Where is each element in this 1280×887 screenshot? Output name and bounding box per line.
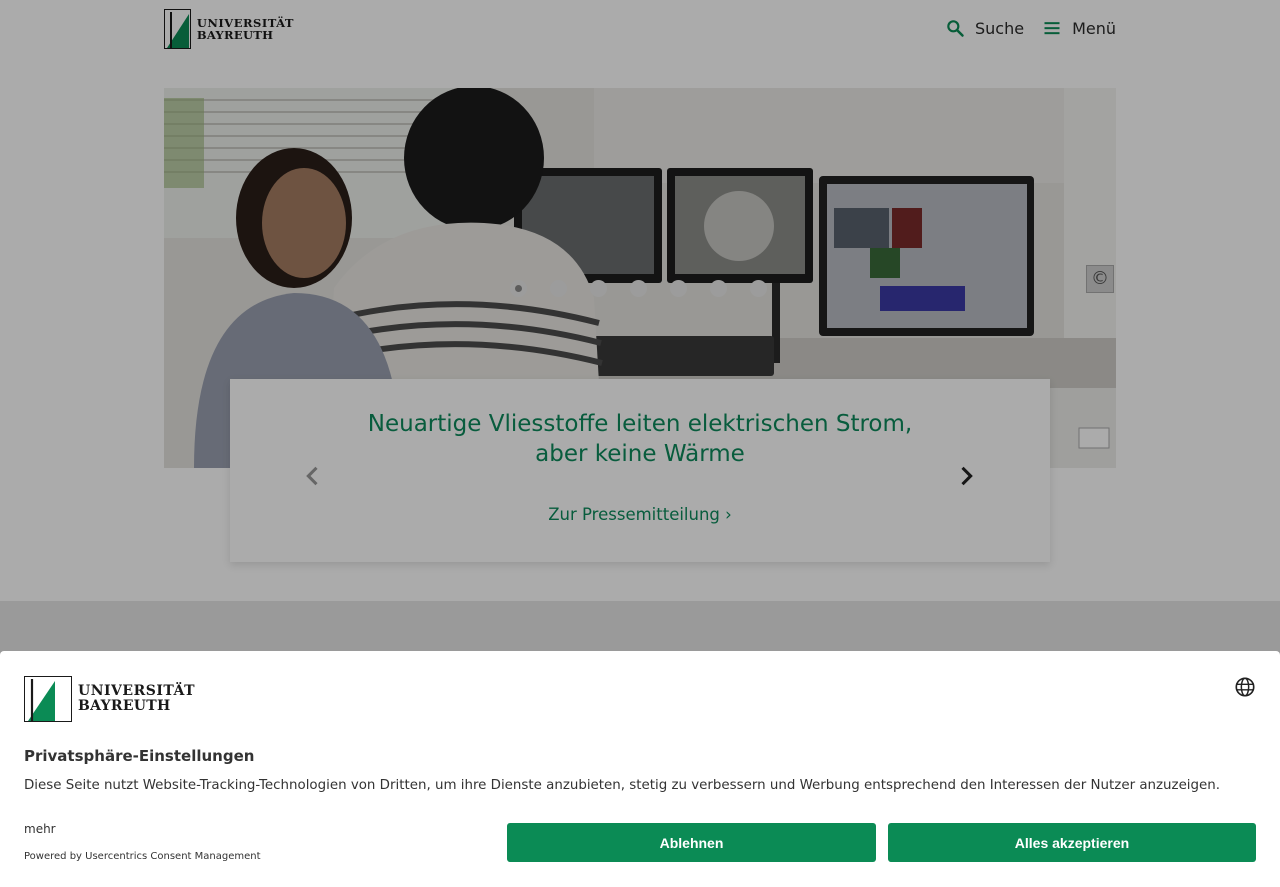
accept-all-button[interactable]: Alles akzeptieren xyxy=(888,823,1256,862)
more-link[interactable]: mehr xyxy=(24,822,56,836)
logo-text: UNIVERSITÄT BAYREUTH xyxy=(78,684,195,713)
logo-line-1: UNIVERSITÄT xyxy=(78,683,196,700)
globe-icon[interactable] xyxy=(1234,676,1256,698)
logo-line-2: BAYREUTH xyxy=(78,698,171,714)
powered-by-text: Powered by Usercentrics Consent Manageme… xyxy=(24,851,261,862)
consent-title: Privatsphäre-Einstellungen xyxy=(24,747,255,765)
consent-logo: UNIVERSITÄT BAYREUTH xyxy=(24,676,195,722)
consent-banner: UNIVERSITÄT BAYREUTH Privatsphäre-Einste… xyxy=(0,651,1280,887)
decline-button[interactable]: Ablehnen xyxy=(507,823,876,862)
logo-mark xyxy=(24,676,72,722)
consent-description: Diese Seite nutzt Website-Tracking-Techn… xyxy=(24,778,1221,793)
